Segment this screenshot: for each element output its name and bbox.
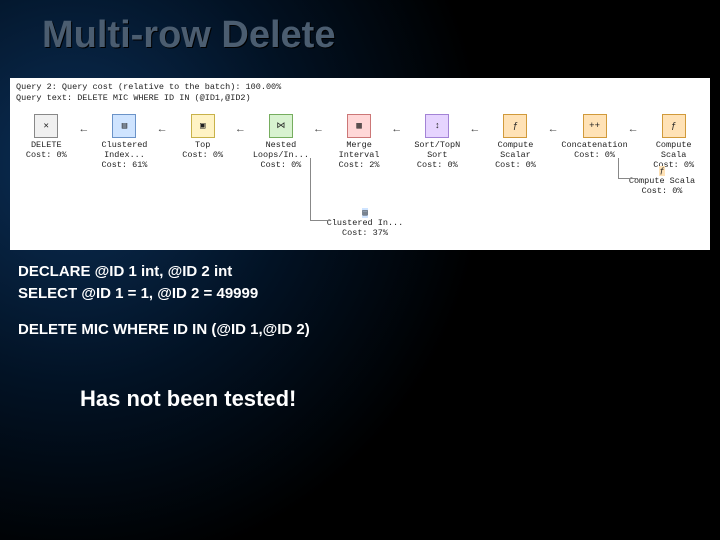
slide: Multi-row Delete Query 2: Query cost (re… xyxy=(0,0,720,540)
plan-node-delete: ✕ DELETE Cost: 0% xyxy=(14,114,79,160)
node-cost: Cost: 0% xyxy=(182,150,223,160)
node-label: Compute Scala xyxy=(641,140,706,160)
compute-scalar-icon: ƒ xyxy=(503,114,527,138)
delete-icon: ✕ xyxy=(34,114,58,138)
connector-line xyxy=(310,158,311,220)
node-label: Clustered Index... xyxy=(92,140,157,160)
plan-node-concatenation: ++ Concatenation Cost: 0% xyxy=(561,114,627,160)
arrow-icon: ← xyxy=(472,124,482,136)
node-label: Top xyxy=(195,140,210,150)
node-label: Nested Loops/In... xyxy=(249,140,314,160)
plan-node-compute-scalar: ƒ Compute Scalar Cost: 0% xyxy=(483,114,548,170)
node-label: DELETE xyxy=(31,140,62,150)
node-cost: Cost: 0% xyxy=(574,150,615,160)
slide-title: Multi-row Delete xyxy=(42,14,335,57)
sql-line-2: SELECT @ID 1 = 1, @ID 2 = 49999 xyxy=(18,284,310,304)
plan-node-clustered-index-seek: ▤ Clustered In... Cost: 37% xyxy=(320,208,410,238)
arrow-icon: ← xyxy=(393,124,403,136)
node-label: Compute Scalar xyxy=(483,140,548,160)
warning-text: Has not been tested! xyxy=(80,386,296,412)
node-cost: Cost: 0% xyxy=(26,150,67,160)
compute-scalar-icon: ƒ xyxy=(659,166,664,176)
node-label: Concatenation xyxy=(561,140,627,150)
connector-line xyxy=(618,158,619,178)
plan-header: Query 2: Query cost (relative to the bat… xyxy=(10,78,710,104)
node-label: Compute Scala xyxy=(629,176,695,186)
sql-line-1: DECLARE @ID 1 int, @ID 2 int xyxy=(18,262,310,282)
plan-node-compute-scala-1: ƒ Compute Scala Cost: 0% xyxy=(641,114,706,170)
table-icon: ▤ xyxy=(362,208,367,218)
arrow-icon: ← xyxy=(315,124,325,136)
plan-header-line2: Query text: DELETE MIC WHERE ID IN (@ID1… xyxy=(16,93,704,104)
connector-line xyxy=(310,220,330,221)
plan-node-nested-loops: ⋈ Nested Loops/In... Cost: 0% xyxy=(249,114,314,170)
arrow-icon: ← xyxy=(81,124,91,136)
node-label: Merge Interval xyxy=(327,140,392,160)
node-cost: Cost: 0% xyxy=(495,160,536,170)
plan-header-line1: Query 2: Query cost (relative to the bat… xyxy=(16,82,704,93)
plan-node-compute-scala-2: ƒ Compute Scala Cost: 0% xyxy=(622,166,702,196)
plan-node-row: ✕ DELETE Cost: 0% ← ▤ Clustered Index...… xyxy=(10,104,710,170)
node-cost: Cost: 0% xyxy=(642,186,683,196)
node-label: Clustered In... xyxy=(327,218,404,228)
sql-code-block: DECLARE @ID 1 int, @ID 2 int SELECT @ID … xyxy=(18,262,310,340)
plan-node-sort: ↕ Sort/TopN Sort Cost: 0% xyxy=(405,114,470,170)
arrow-icon: ← xyxy=(159,124,169,136)
nested-loops-icon: ⋈ xyxy=(269,114,293,138)
node-cost: Cost: 61% xyxy=(102,160,148,170)
node-cost: Cost: 0% xyxy=(260,160,301,170)
merge-icon: ▦ xyxy=(347,114,371,138)
sort-icon: ↕ xyxy=(425,114,449,138)
concatenation-icon: ++ xyxy=(583,114,607,138)
node-cost: Cost: 0% xyxy=(417,160,458,170)
plan-node-clustered-index: ▤ Clustered Index... Cost: 61% xyxy=(92,114,157,170)
arrow-icon: ← xyxy=(550,124,560,136)
connector-line xyxy=(618,178,638,179)
node-cost: Cost: 37% xyxy=(342,228,388,238)
table-icon: ▤ xyxy=(112,114,136,138)
plan-node-top: ▣ Top Cost: 0% xyxy=(170,114,235,160)
arrow-icon: ← xyxy=(630,124,640,136)
plan-node-merge-interval: ▦ Merge Interval Cost: 2% xyxy=(327,114,392,170)
compute-scalar-icon: ƒ xyxy=(662,114,686,138)
top-icon: ▣ xyxy=(191,114,215,138)
execution-plan-panel: Query 2: Query cost (relative to the bat… xyxy=(10,78,710,250)
node-cost: Cost: 2% xyxy=(339,160,380,170)
arrow-icon: ← xyxy=(237,124,247,136)
sql-line-3: DELETE MIC WHERE ID IN (@ID 1,@ID 2) xyxy=(18,320,310,340)
node-label: Sort/TopN Sort xyxy=(405,140,470,160)
